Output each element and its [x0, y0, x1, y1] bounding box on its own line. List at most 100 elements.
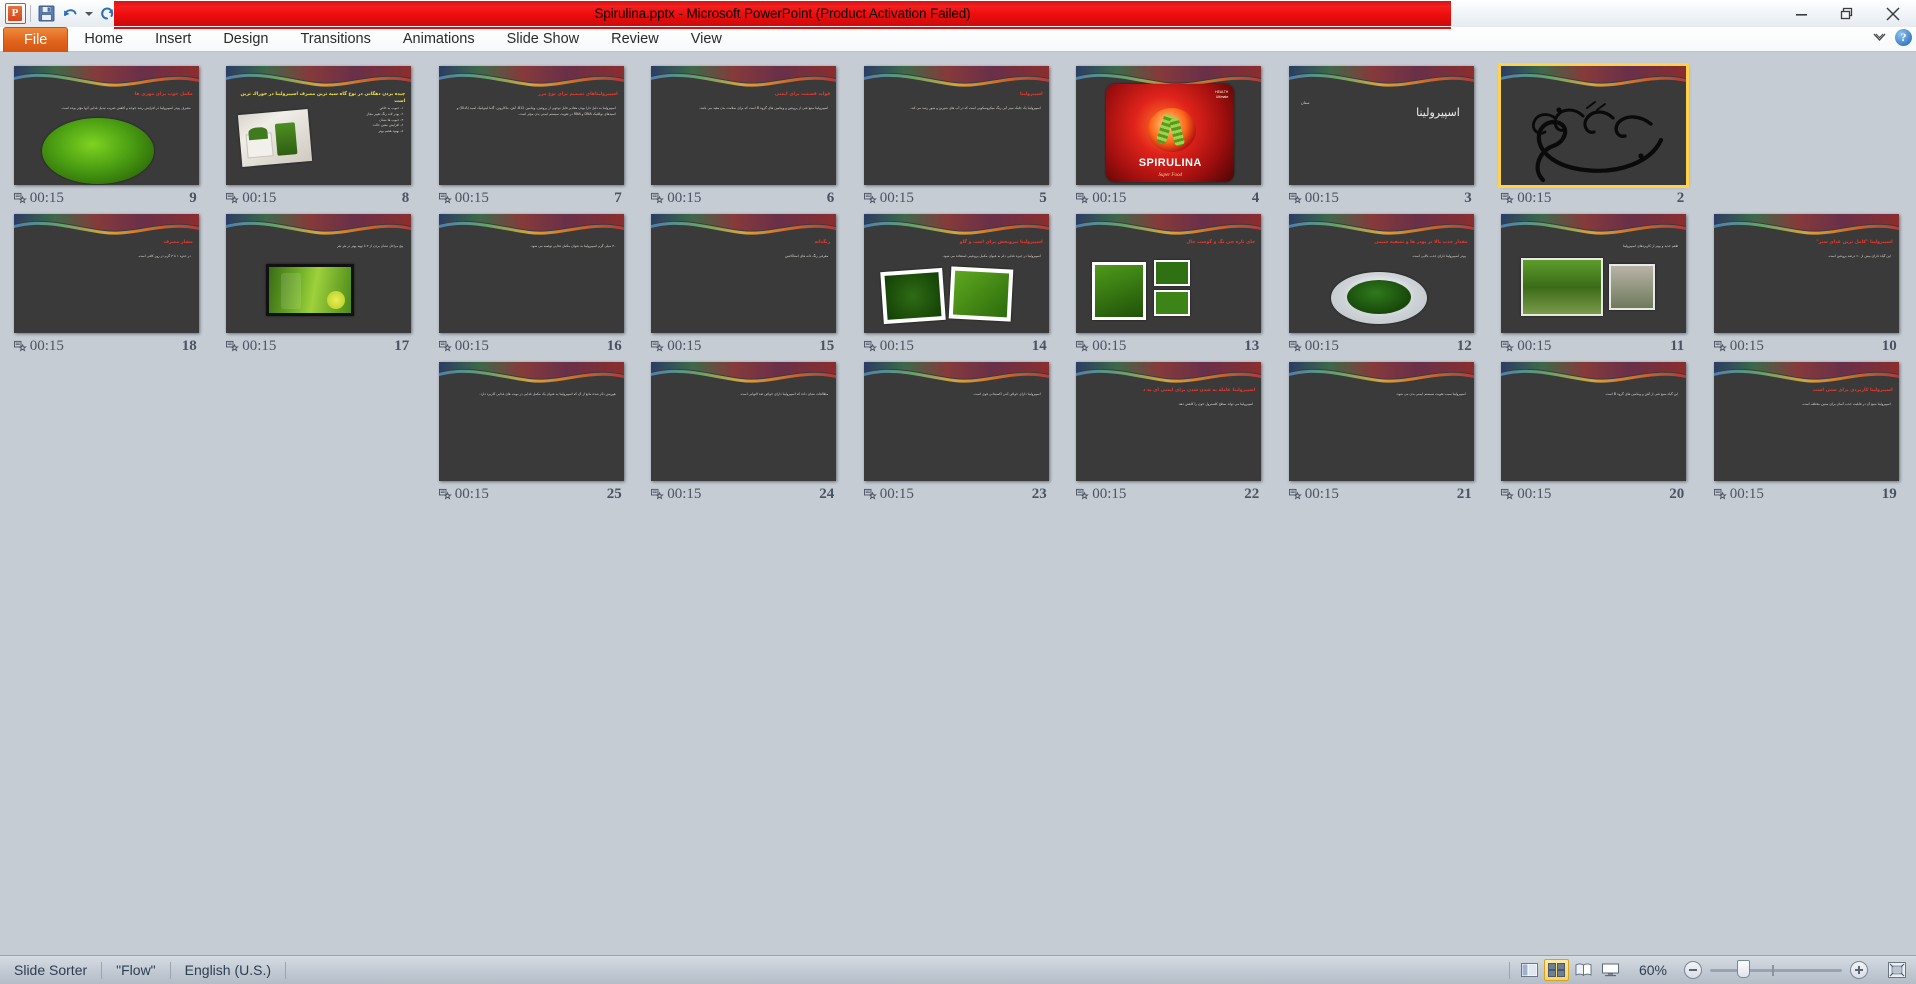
zoom-slider[interactable]: [1710, 959, 1842, 978]
slide-thumbnail-cell[interactable]: مطالعات نشان داده که اسپیرولینا دارای خو…: [638, 356, 851, 504]
tab-animations[interactable]: Animations: [387, 27, 491, 52]
slide-thumbnail[interactable]: طعم جدید و بهتر از کاربردهای اسپیرولینا: [1501, 214, 1687, 334]
tab-home[interactable]: Home: [68, 27, 139, 52]
help-icon[interactable]: ?: [1895, 29, 1912, 46]
slide-thumbnail[interactable]: رنگدانه معرفی رنگ دانه های استاکانتین: [651, 214, 837, 334]
zoom-out-button[interactable]: [1684, 961, 1702, 979]
slide-transition-timing[interactable]: 00:15: [13, 190, 64, 207]
zoom-in-button[interactable]: [1850, 961, 1868, 979]
zoom-percent-label[interactable]: 60%: [1630, 962, 1676, 978]
slide-thumbnail[interactable]: چیده بردن دهگانی در نوع گاه سیه ترین مصر…: [226, 66, 412, 186]
powerpoint-logo-icon[interactable]: P: [3, 2, 27, 25]
slide-thumbnail[interactable]: اسپیرولینا نیروبخش برای اسب و گاو اسپیرول…: [863, 214, 1049, 334]
undo-icon[interactable]: [58, 2, 82, 25]
slide-thumbnail-cell[interactable]: اسپیرولینا "کامل ترین غذای سبز" این گیاه …: [1700, 208, 1913, 356]
slide-thumbnail[interactable]: اسپیرولیناهای تصمیم برای نوع مزر اسپیرولی…: [438, 66, 624, 186]
tab-slide-show[interactable]: Slide Show: [491, 27, 596, 52]
slide-thumbnail[interactable]: فواید قسمت برای ایمنی اسپیرولینا منبع غنی…: [651, 66, 837, 186]
view-slide-sorter-button[interactable]: [1544, 959, 1569, 981]
slide-sorter-workspace[interactable]: مكمل خوب برای مهری ها مصرف پودر اسپیرولین…: [0, 52, 1916, 955]
slide-thumbnail[interactable]: اسپیرولینا "کامل ترین غذای سبز" این گیاه …: [1713, 214, 1899, 334]
slide-thumbnail-cell[interactable]: هوریش ذکر شده مانع از آن که اسپیرولینا ب…: [425, 356, 638, 504]
slide-thumbnail[interactable]: هوریش ذکر شده مانع از آن که اسپیرولینا ب…: [438, 362, 624, 482]
save-icon[interactable]: [34, 2, 58, 25]
tab-transitions[interactable]: Transitions: [284, 27, 386, 52]
slide-thumbnail[interactable]: SPIRULINA Super Food HEALTH Ultimate: [1076, 66, 1262, 186]
slide-transition-timing[interactable]: 00:15: [1501, 190, 1551, 207]
view-reading-button[interactable]: [1571, 959, 1596, 981]
slide-thumbnail[interactable]: مكمل خوب برای مهری ها مصرف پودر اسپیرولین…: [13, 66, 199, 186]
slide-transition-timing[interactable]: 00:15: [651, 486, 701, 503]
slide-thumbnail[interactable]: اسپیرولینا ستان: [1288, 66, 1474, 186]
slide-transition-timing[interactable]: 00:15: [13, 338, 64, 355]
slide-thumbnail-cell[interactable]: مشار مصرف در حدود ۱ تا ۳ گرم در روز کافی …: [0, 208, 213, 356]
minimize-button[interactable]: [1778, 1, 1824, 27]
slide-thumbnail-cell[interactable]: چیده بردن دهگانی در نوع گاه سیه ترین مصر…: [213, 60, 426, 208]
slide-transition-timing[interactable]: 00:15: [226, 190, 276, 207]
slide-transition-timing[interactable]: 00:15: [1076, 338, 1126, 355]
tab-file[interactable]: File: [3, 27, 69, 52]
slide-thumbnail[interactable]: اسپیرولینا عامله به شدن شدن برای ایمنی ا…: [1076, 362, 1262, 482]
slide-transition-timing[interactable]: 00:15: [651, 190, 701, 207]
slide-thumbnail[interactable]: جای تازه جی نگ و گوست چال: [1076, 214, 1262, 334]
slide-thumbnail[interactable]: اسپیرولینا کاربردی برای سنی است اسپیرولین…: [1713, 362, 1899, 482]
slide-transition-timing[interactable]: 00:15: [863, 190, 914, 207]
slide-thumbnail-cell[interactable]: جای تازه جی نگ و گوست چال 00:15 13: [1063, 208, 1276, 356]
slide-transition-timing[interactable]: 00:15: [438, 190, 489, 207]
status-language[interactable]: English (U.S.): [171, 959, 285, 981]
slide-thumbnail[interactable]: اسپیرولینا سبب تقویت سیستم ایمنی بدن می …: [1288, 362, 1474, 482]
slide-transition-timing[interactable]: 00:15: [1288, 338, 1339, 355]
tab-design[interactable]: Design: [207, 27, 284, 52]
slide-thumbnail-cell[interactable]: این گیاه منبع غنی از آهن و ویتامین های گ…: [1488, 356, 1701, 504]
slide-thumbnail[interactable]: مشار مصرف در حدود ۱ تا ۳ گرم در روز کافی …: [13, 214, 199, 334]
slide-thumbnail-cell[interactable]: مقدار جذب بالا تر پودر ها و تصفیه شیمی پو…: [1275, 208, 1488, 356]
slide-thumbnail-cell[interactable]: اسپیرولینا عامله به شدن شدن برای ایمنی ا…: [1063, 356, 1276, 504]
slide-transition-timing[interactable]: 00:15: [1501, 338, 1551, 355]
slide-transition-timing[interactable]: 00:15: [1713, 338, 1764, 355]
slide-thumbnail-cell[interactable]: مكمل خوب برای مهری ها مصرف پودر اسپیرولین…: [0, 60, 213, 208]
slide-thumbnail-selected[interactable]: [1498, 62, 1690, 189]
slide-thumbnail-cell[interactable]: اسپیرولینا اسپیرولینا یک جلبک سبز آبی رنگ…: [850, 60, 1063, 208]
slide-thumbnail-cell[interactable]: اسپیرولینا دارای خواص آنتی اکسیدانی قوی …: [850, 356, 1063, 504]
slide-thumbnail-cell[interactable]: اسپیرولیناهای تصمیم برای نوع مزر اسپیرولی…: [425, 60, 638, 208]
slide-thumbnail-cell[interactable]: اسپیرولینا ستان 00:15 3: [1275, 60, 1488, 208]
slide-thumbnail-cell[interactable]: فواید قسمت برای ایمنی اسپیرولینا منبع غنی…: [638, 60, 851, 208]
slide-transition-timing[interactable]: 00:15: [863, 486, 914, 503]
slide-thumbnail-cell[interactable]: SPIRULINA Super Food HEALTH Ultimate 00:1…: [1063, 60, 1276, 208]
slide-transition-timing[interactable]: 00:15: [1288, 190, 1339, 207]
slide-thumbnail-cell[interactable]: پنج مراحل نشان بردن از ۳ تا تهیه بهتر در…: [213, 208, 426, 356]
slide-thumbnail-cell[interactable]: اسپیرولینا سبب تقویت سیستم ایمنی بدن می …: [1275, 356, 1488, 504]
tab-view[interactable]: View: [675, 27, 738, 52]
slide-transition-timing[interactable]: 00:15: [1288, 486, 1339, 503]
view-slideshow-button[interactable]: [1598, 959, 1623, 981]
slide-transition-timing[interactable]: 00:15: [1076, 486, 1126, 503]
slide-thumbnail[interactable]: مقدار جذب بالا تر پودر ها و تصفیه شیمی پو…: [1288, 214, 1474, 334]
status-theme-name[interactable]: "Flow": [102, 959, 170, 981]
slide-transition-timing[interactable]: 00:15: [1076, 190, 1126, 207]
restore-button[interactable]: [1824, 1, 1870, 27]
slide-thumbnail-cell[interactable]: اسپیرولینا کاربردی برای سنی است اسپیرولین…: [1700, 356, 1913, 504]
slide-thumbnail[interactable]: این گیاه منبع غنی از آهن و ویتامین های گ…: [1501, 362, 1687, 482]
tab-review[interactable]: Review: [595, 27, 675, 52]
slide-transition-timing[interactable]: 00:15: [1501, 486, 1551, 503]
slide-thumbnail-cell[interactable]: ۳۰ میلی گرم اسپیرولینا به عنوان مکمل غذا…: [425, 208, 638, 356]
zoom-slider-handle[interactable]: [1737, 959, 1750, 978]
slide-transition-timing[interactable]: 00:15: [438, 338, 489, 355]
view-normal-button[interactable]: [1517, 959, 1542, 981]
tab-insert[interactable]: Insert: [139, 27, 207, 52]
minimize-ribbon-icon[interactable]: [1873, 33, 1886, 43]
slide-thumbnail[interactable]: پنج مراحل نشان بردن از ۳ تا تهیه بهتر در…: [226, 214, 412, 334]
slide-thumbnail-cell[interactable]: 00:15 2: [1488, 60, 1701, 208]
slide-transition-timing[interactable]: 00:15: [651, 338, 701, 355]
slide-transition-timing[interactable]: 00:15: [863, 338, 914, 355]
slide-transition-timing[interactable]: 00:15: [1713, 486, 1764, 503]
slide-transition-timing[interactable]: 00:15: [226, 338, 276, 355]
undo-dropdown-icon[interactable]: [82, 2, 95, 25]
fit-to-window-button[interactable]: [1884, 959, 1910, 981]
slide-thumbnail-cell[interactable]: طعم جدید و بهتر از کاربردهای اسپیرولینا …: [1488, 208, 1701, 356]
slide-thumbnail[interactable]: اسپیرولینا دارای خواص آنتی اکسیدانی قوی …: [863, 362, 1049, 482]
close-button[interactable]: [1870, 1, 1916, 27]
slide-thumbnail[interactable]: اسپیرولینا اسپیرولینا یک جلبک سبز آبی رنگ…: [863, 66, 1049, 186]
slide-thumbnail-cell[interactable]: اسپیرولینا نیروبخش برای اسب و گاو اسپیرول…: [850, 208, 1063, 356]
slide-transition-timing[interactable]: 00:15: [438, 486, 489, 503]
